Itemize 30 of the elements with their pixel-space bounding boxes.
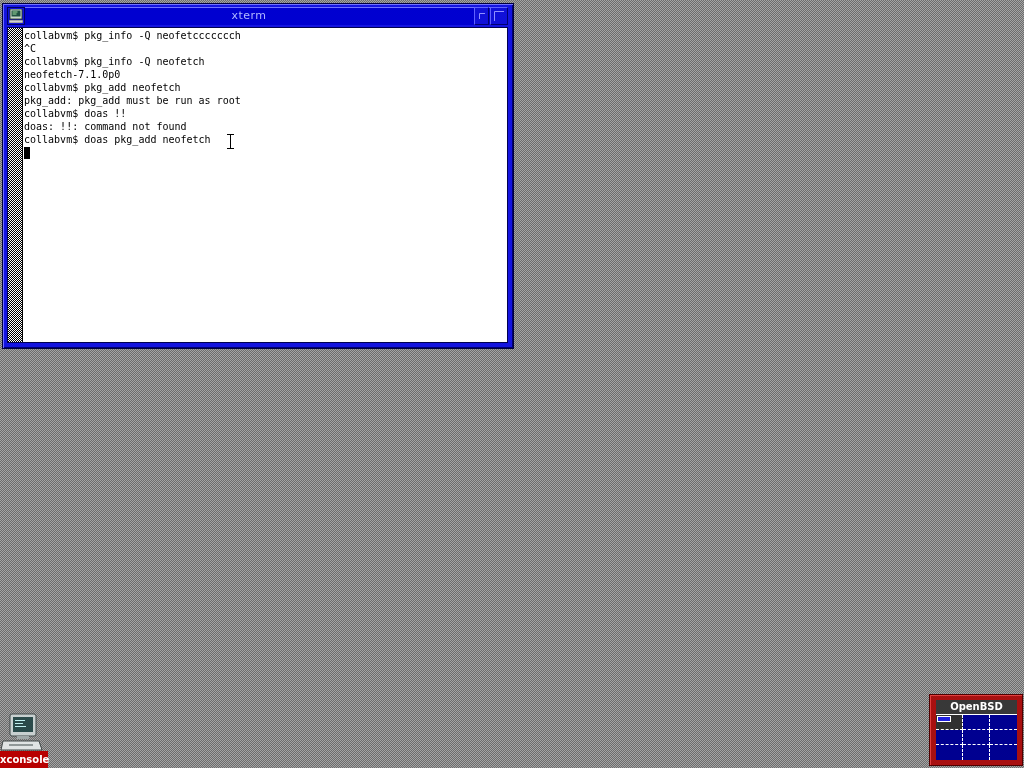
- corner-icon: [478, 13, 485, 19]
- pager-title: OpenBSD: [936, 700, 1017, 715]
- terminal-line: collabvm$ pkg_info -Q neofetch: [24, 55, 205, 68]
- window-title: xterm: [230, 8, 268, 24]
- terminal-line: pkg_add: pkg_add must be run as root: [24, 94, 241, 107]
- pager-desk[interactable]: [963, 730, 990, 745]
- iconify-button[interactable]: [474, 7, 489, 25]
- terminal-line: collabvm$ doas !!: [24, 107, 127, 120]
- scrollbar[interactable]: [8, 28, 22, 342]
- pager-desk[interactable]: [990, 715, 1017, 730]
- terminal-line: ^C: [24, 42, 37, 55]
- pager-desk[interactable]: [963, 715, 990, 730]
- mini-window[interactable]: [937, 716, 951, 722]
- terminal-line: collabvm$ pkg_add neofetch: [24, 81, 181, 94]
- window-menu-button[interactable]: [7, 7, 25, 25]
- computer-icon[interactable]: [1, 713, 43, 751]
- pager-desk[interactable]: [936, 715, 963, 730]
- pager-desk[interactable]: [936, 730, 963, 745]
- maximize-button[interactable]: [490, 7, 508, 25]
- terminal-line: collabvm$ pkg_info -Q neofetccccccch: [24, 29, 241, 42]
- title-bar[interactable]: xterm: [7, 7, 508, 25]
- pager-desk[interactable]: [936, 745, 963, 760]
- pager-desk[interactable]: [963, 745, 990, 760]
- terminal-line: collabvm$ doas pkg_add neofetch: [24, 133, 211, 146]
- terminal-line: neofetch-7.1.0p0: [24, 68, 121, 81]
- monitor-icon: [9, 9, 23, 23]
- pager-desk[interactable]: [990, 730, 1017, 745]
- icon-label[interactable]: xconsole: [0, 751, 48, 768]
- ibeam-pointer-icon: [227, 134, 234, 149]
- terminal-line: doas: !!: command not found: [24, 120, 187, 133]
